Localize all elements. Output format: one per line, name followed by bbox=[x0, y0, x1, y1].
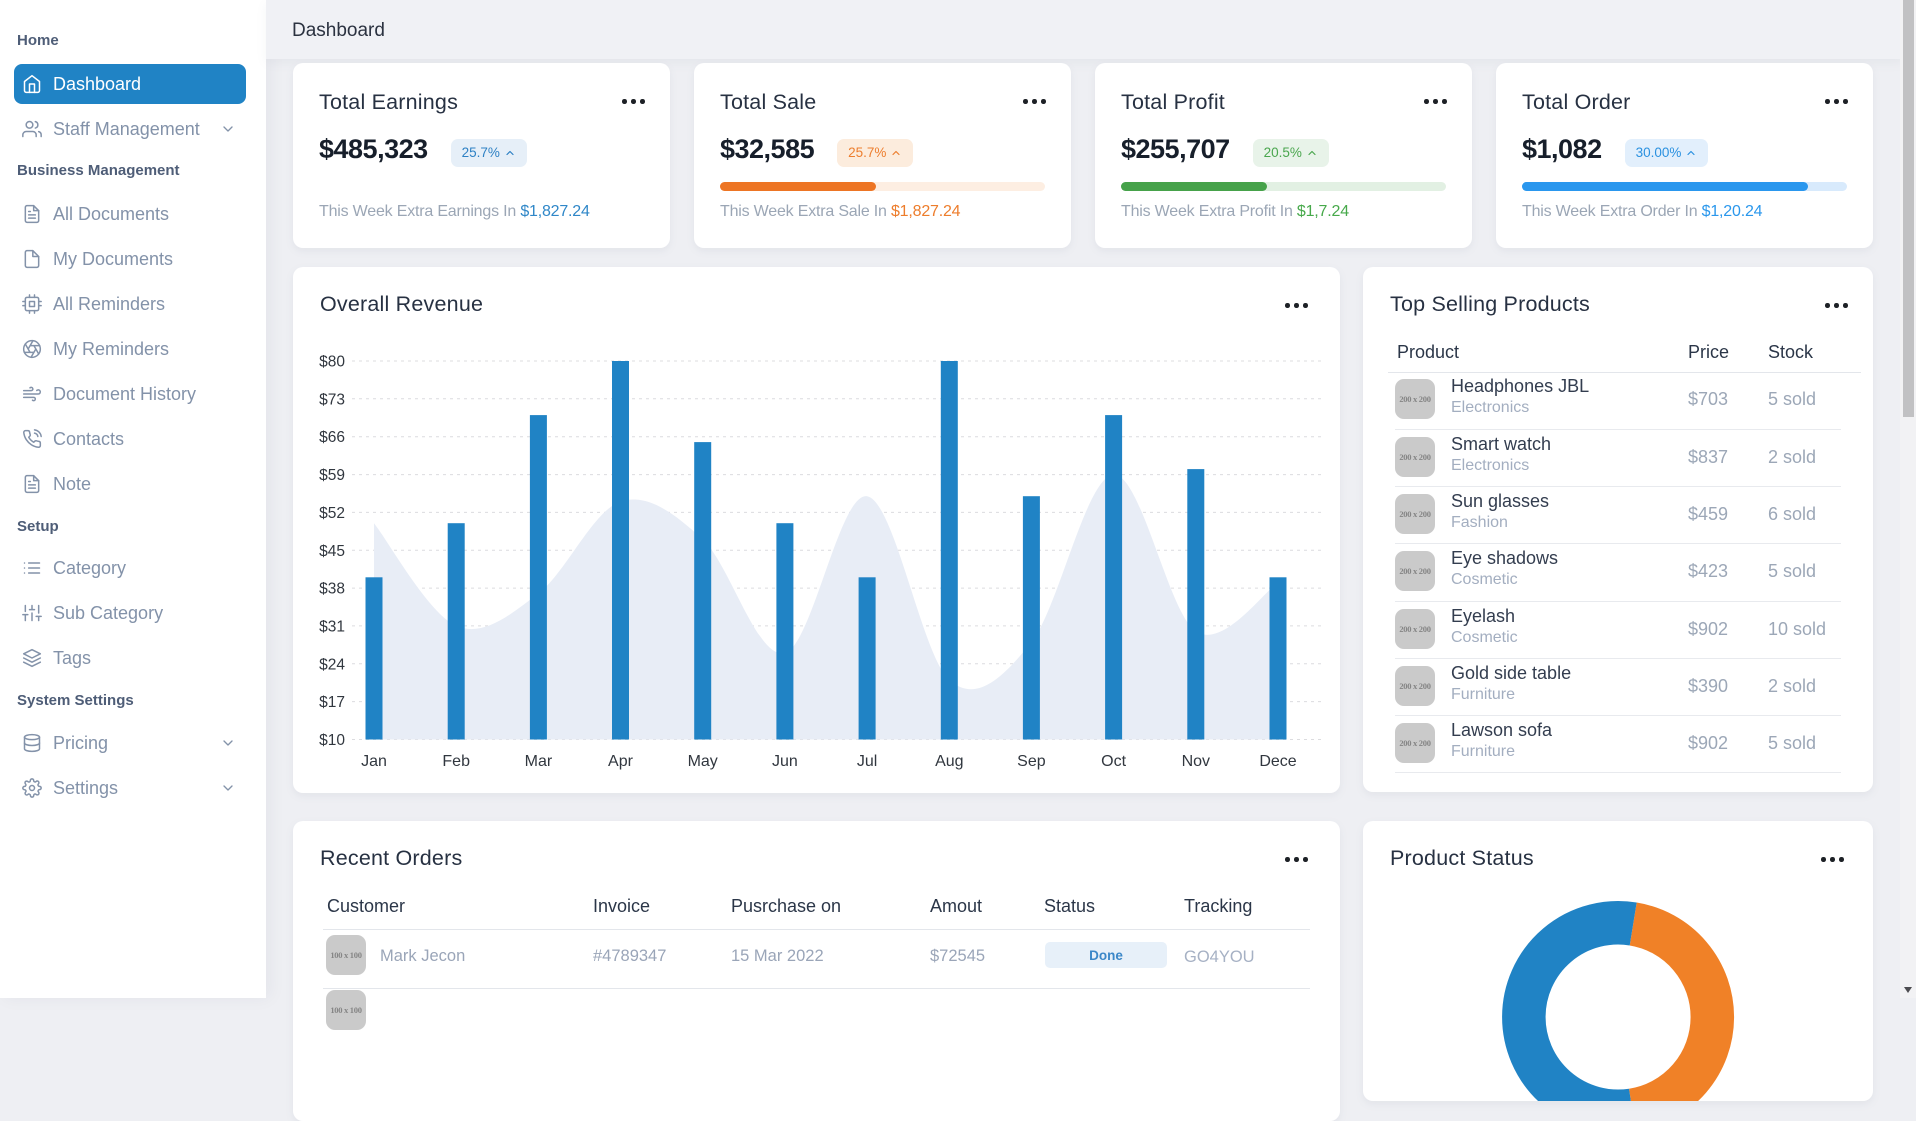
svg-text:Jun: Jun bbox=[772, 753, 798, 770]
svg-text:$24: $24 bbox=[319, 656, 345, 673]
svg-text:Dece: Dece bbox=[1259, 753, 1296, 770]
svg-text:Jan: Jan bbox=[361, 753, 387, 770]
svg-text:$73: $73 bbox=[319, 391, 345, 408]
svg-text:Sep: Sep bbox=[1017, 753, 1046, 770]
svg-text:$45: $45 bbox=[319, 543, 345, 560]
svg-text:$66: $66 bbox=[319, 429, 345, 446]
svg-text:$38: $38 bbox=[319, 581, 345, 598]
svg-text:Apr: Apr bbox=[608, 753, 634, 770]
svg-text:$31: $31 bbox=[319, 618, 345, 635]
svg-text:$59: $59 bbox=[319, 467, 345, 484]
svg-text:Feb: Feb bbox=[442, 753, 470, 770]
svg-text:May: May bbox=[688, 753, 718, 770]
svg-text:Jul: Jul bbox=[857, 753, 877, 770]
svg-text:$80: $80 bbox=[319, 354, 345, 371]
svg-text:$10: $10 bbox=[319, 732, 345, 749]
svg-text:Mar: Mar bbox=[525, 753, 553, 770]
svg-text:Oct: Oct bbox=[1101, 753, 1126, 770]
svg-text:Nov: Nov bbox=[1182, 753, 1210, 770]
svg-text:Aug: Aug bbox=[935, 753, 963, 770]
svg-text:$17: $17 bbox=[319, 694, 345, 711]
svg-text:$52: $52 bbox=[319, 505, 345, 522]
